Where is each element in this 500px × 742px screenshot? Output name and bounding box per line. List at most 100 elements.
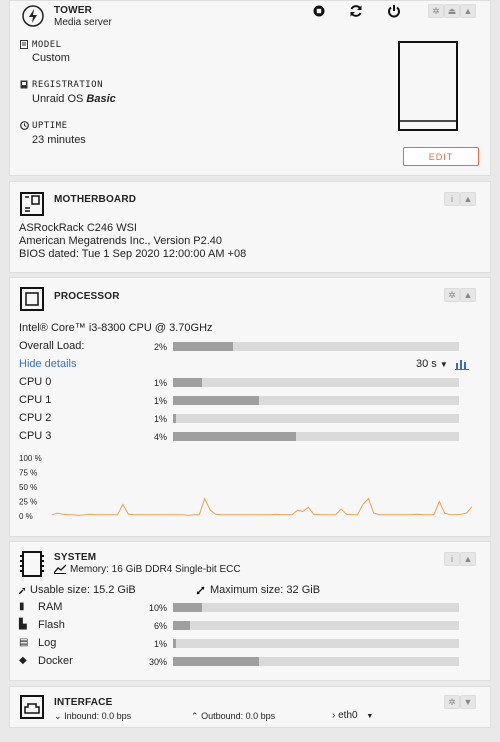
gear-icon[interactable]: ✲ <box>428 4 444 18</box>
overall-load-fill <box>173 342 234 351</box>
sys-flash-label: Flash <box>38 619 65 631</box>
cpu-model: Intel® Core™ i3-8300 CPU @ 3.70GHz <box>19 322 213 334</box>
inbound-arrow-icon: ⌄ <box>54 711 62 721</box>
y-tick-label: 0 % <box>19 512 33 521</box>
motherboard-bios-date: BIOS dated: Tue 1 Sep 2020 12:00:00 AM +… <box>19 248 247 260</box>
interface-title: INTERFACE <box>54 697 113 708</box>
sys-flash-pct: 6% <box>153 621 167 631</box>
outbound-arrow-icon: ⌃ <box>191 711 199 721</box>
cpu-3-pct: 4% <box>153 432 167 442</box>
chevron-up-icon[interactable]: ▲ <box>460 288 476 302</box>
sys-log-fill <box>173 639 176 648</box>
y-tick-label: 25 % <box>19 498 37 507</box>
model-icon <box>20 40 28 49</box>
motherboard-title: MOTHERBOARD <box>54 194 137 205</box>
chevron-up-icon[interactable]: ▲ <box>460 4 476 18</box>
dropdown-arrow-icon: ▼ <box>366 713 374 720</box>
y-tick-label: 100 % <box>19 454 42 463</box>
cpu-0-pct: 1% <box>153 378 167 388</box>
registration-icon <box>20 80 28 89</box>
cpu-1-label: CPU 1 <box>19 394 52 406</box>
shutdown-icon[interactable] <box>387 4 401 18</box>
usable-size: Usable size: 15.2 GiB <box>30 584 136 596</box>
hide-details-link[interactable]: Hide details <box>19 358 76 370</box>
uptime-value: 23 minutes <box>32 134 86 146</box>
processor-title: PROCESSOR <box>54 291 120 302</box>
cpu-2-bar <box>173 414 459 423</box>
registration-tier: Basic <box>86 93 116 105</box>
inbound-value: Inbound: 0.0 bps <box>64 711 132 721</box>
interface-select[interactable]: › eth0 ▼ <box>332 710 373 721</box>
uptime-label: UPTIME <box>32 121 68 131</box>
sys-flash-fill <box>173 621 191 630</box>
power-bolt-icon <box>22 5 44 27</box>
chevron-up-icon[interactable]: ▲ <box>460 192 476 206</box>
chevron-right-icon: › <box>332 710 336 721</box>
info-icon[interactable]: i <box>444 192 460 206</box>
registration-prefix: Unraid OS <box>32 93 84 105</box>
y-tick-label: 50 % <box>19 483 37 492</box>
chevron-down-icon[interactable]: ▼ <box>460 695 476 709</box>
tower-title: TOWER <box>54 5 93 16</box>
cpu-0-bar <box>173 378 459 387</box>
sys-ram-bar <box>173 603 459 612</box>
interval-value: 30 s <box>416 358 437 370</box>
info-icon[interactable]: i <box>444 552 460 566</box>
interface-value: eth0 <box>338 710 358 721</box>
gear-icon[interactable]: ✲ <box>444 695 460 709</box>
cpu-3-bar <box>173 432 459 441</box>
cpu-2-label: CPU 2 <box>19 412 52 424</box>
stop-array-icon[interactable] <box>313 5 325 17</box>
cpu-1-pct: 1% <box>153 396 167 406</box>
docker-icon: ◆ <box>19 655 27 666</box>
maximum-size: Maximum size: 32 GiB <box>210 584 321 596</box>
chevron-up-icon[interactable]: ▲ <box>460 552 476 566</box>
eject-icon[interactable]: ⏏ <box>444 4 460 18</box>
cpu-load-series-line <box>51 497 473 516</box>
cpu-2-fill <box>173 414 176 423</box>
memory-icon <box>20 551 44 577</box>
sys-ram-label: RAM <box>38 601 63 613</box>
sys-docker-bar <box>173 657 459 666</box>
interval-select[interactable]: 30 s ▼ <box>416 358 448 370</box>
edit-button[interactable]: EDIT <box>403 147 479 166</box>
resize-small-icon <box>19 588 25 594</box>
sys-log-label: Log <box>38 637 57 649</box>
network-icon <box>20 695 44 719</box>
memory-chip-icon: ▮ <box>19 601 25 612</box>
line-chart-icon <box>54 564 66 574</box>
motherboard-icon <box>20 192 44 216</box>
cpu-1-fill <box>173 396 259 405</box>
gear-icon[interactable]: ✲ <box>444 288 460 302</box>
outbound-value: Outbound: 0.0 bps <box>201 711 276 721</box>
processor-icon <box>20 287 44 311</box>
motherboard-bios-vendor: American Megatrends Inc., Version P2.40 <box>19 235 222 247</box>
case-icon <box>398 41 458 131</box>
sys-log-bar <box>173 639 459 648</box>
processor-panel: PROCESSOR ✲ ▲ Intel® Core™ i3-8300 CPU @… <box>9 277 491 537</box>
cpu-0-label: CPU 0 <box>19 376 52 388</box>
log-icon: ▤ <box>19 637 29 648</box>
outbound-rate: ⌃ Outbound: 0.0 bps <box>191 711 275 722</box>
model-label: MODEL <box>32 40 62 50</box>
sys-docker-pct: 30% <box>148 657 167 667</box>
cpu-load-graph: 100 % 75 % 50 % 25 % 0 % <box>19 454 473 521</box>
tower-panel: TOWER Media server ✲ ⏏ ▲ MODEL Custom RE… <box>9 0 491 176</box>
sys-log-pct: 1% <box>153 639 167 649</box>
model-value: Custom <box>32 52 70 64</box>
dropdown-arrow-icon: ▼ <box>439 360 448 369</box>
cpu-3-fill <box>173 432 296 441</box>
sys-docker-fill <box>173 657 259 666</box>
memory-info: Memory: 16 GiB DDR4 Single-bit ECC <box>70 564 241 575</box>
cpu-1-bar <box>173 396 459 405</box>
chart-icon[interactable] <box>455 358 469 370</box>
interface-panel: INTERFACE ⌄ Inbound: 0.0 bps ⌃ Outbound:… <box>9 686 491 728</box>
overall-load-bar <box>173 342 459 351</box>
sys-flash-bar <box>173 621 459 630</box>
sys-docker-label: Docker <box>38 655 73 667</box>
reboot-icon[interactable] <box>349 4 363 18</box>
sys-ram-fill <box>173 603 202 612</box>
cpu-2-pct: 1% <box>153 414 167 424</box>
flash-icon: ▙ <box>19 619 27 630</box>
clock-icon <box>20 121 29 130</box>
